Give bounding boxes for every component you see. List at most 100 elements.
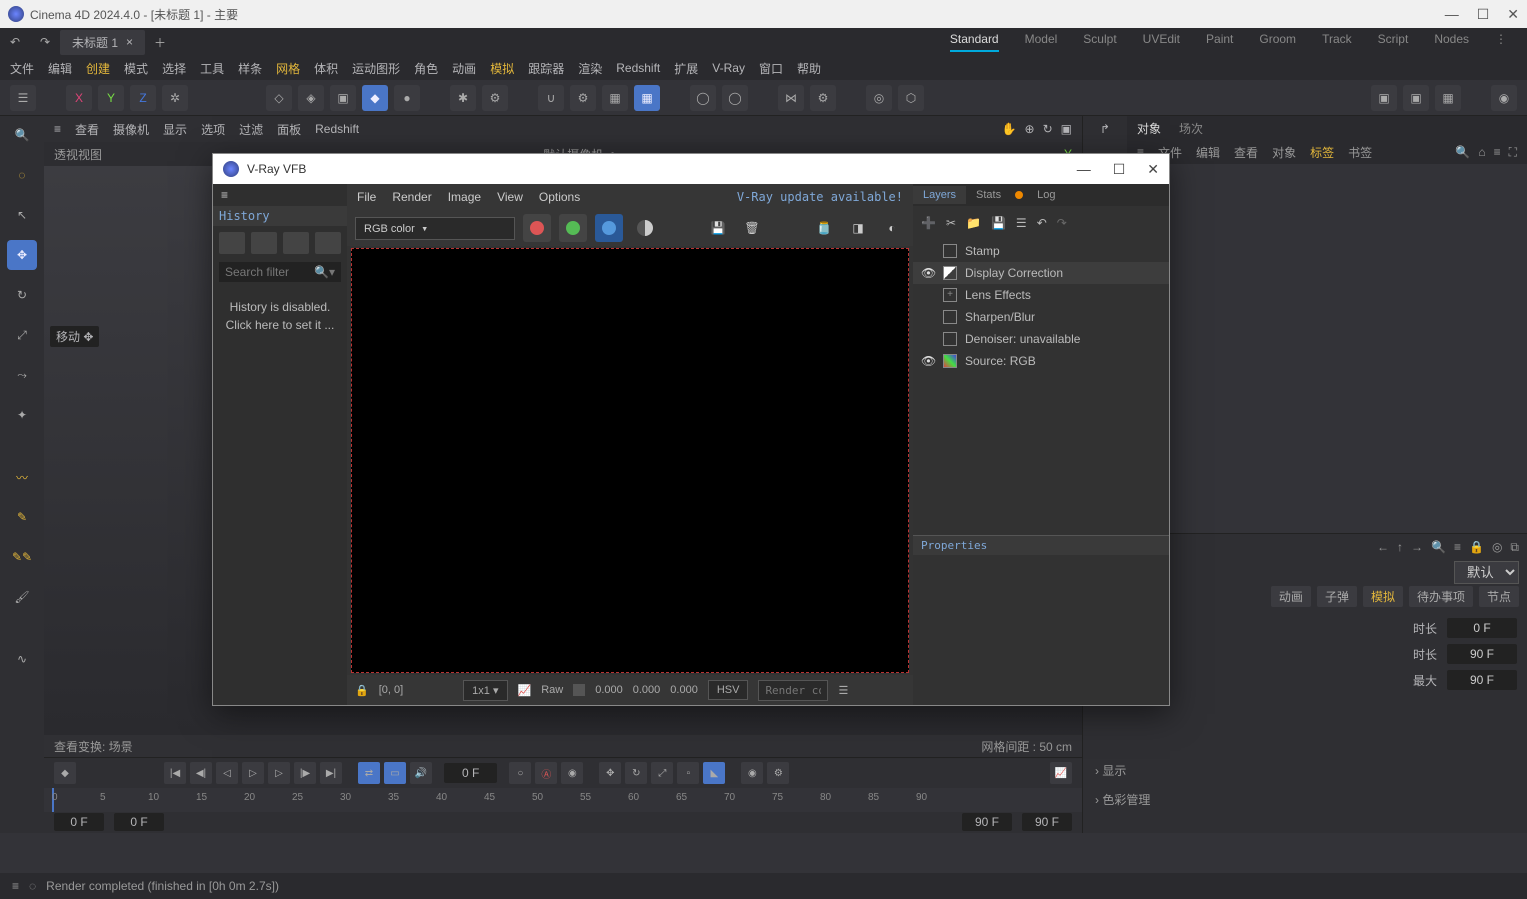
attr-back-icon[interactable]: ← — [1377, 540, 1389, 554]
attr-search-icon[interactable]: 🔍 — [1431, 540, 1446, 554]
object-icon[interactable]: ▣ — [330, 85, 356, 111]
tl-prev-frame[interactable]: ◁ — [216, 762, 238, 784]
tl-end-frame[interactable]: 90 F — [1022, 813, 1072, 831]
vfb-delete-icon[interactable]: 🗑 — [739, 215, 765, 241]
layout-sculpt[interactable]: Sculpt — [1083, 32, 1116, 52]
gear-icon[interactable]: ⚙ — [482, 85, 508, 111]
vfb-titlebar[interactable]: V-Ray VFB — ☐ ✕ — [213, 154, 1169, 184]
vfb-menu-view[interactable]: View — [497, 190, 523, 204]
tl-marker-icon[interactable]: ◆ — [54, 762, 76, 784]
menu-spline[interactable]: 样条 — [238, 60, 262, 77]
obj-edit[interactable]: 编辑 — [1196, 144, 1220, 161]
vfb-render-canvas[interactable] — [351, 248, 909, 673]
tl-key-pos[interactable]: ✥ — [599, 762, 621, 784]
attr-filter-icon[interactable]: ≡ — [1454, 540, 1461, 554]
menu-animate[interactable]: 动画 — [452, 60, 476, 77]
live-select-tool[interactable]: ◌ — [7, 160, 37, 190]
cursor-tool[interactable]: ↖ — [7, 200, 37, 230]
menu-create[interactable]: 创建 — [86, 60, 110, 77]
render-view-button[interactable]: ◉ — [1491, 85, 1517, 111]
menu-extensions[interactable]: 扩展 — [674, 60, 698, 77]
maximize-vp-icon[interactable]: ▣ — [1061, 122, 1072, 136]
sketch-tool[interactable]: ✎✎ — [7, 542, 37, 572]
tl-prev-key[interactable]: ◀| — [190, 762, 212, 784]
layout-track[interactable]: Track — [1322, 32, 1352, 52]
search-tool[interactable]: 🔍 — [7, 120, 37, 150]
undo-button[interactable]: ↶ — [4, 31, 26, 53]
status-menu-icon[interactable]: ≡ — [12, 879, 19, 893]
symmetry-icon[interactable]: ⋈ — [778, 85, 804, 111]
axis-y-button[interactable]: Y — [98, 85, 124, 111]
render-frame-button[interactable]: ▣ — [1371, 85, 1397, 111]
layout-model[interactable]: Model — [1025, 32, 1058, 52]
obj-tags[interactable]: 标签 — [1310, 144, 1334, 161]
vfb-settings-icon[interactable]: ☰ — [838, 684, 848, 697]
minimize-button[interactable]: — — [1445, 6, 1459, 23]
tl-key-rot[interactable]: ↻ — [625, 762, 647, 784]
vfb-bucket-icon[interactable]: 🫙 — [811, 215, 837, 241]
obj-bookmarks[interactable]: 书签 — [1348, 144, 1372, 161]
tl-play[interactable]: ▷ — [242, 762, 264, 784]
tl-next-key[interactable]: |▶ — [294, 762, 316, 784]
zoom-icon[interactable]: ⊕ — [1025, 122, 1035, 136]
obj-search-icon[interactable]: 🔍 — [1455, 145, 1470, 160]
tl-goto-start[interactable]: |◀ — [164, 762, 186, 784]
close-button[interactable]: ✕ — [1507, 6, 1519, 23]
grid-icon[interactable]: ▦ — [602, 85, 628, 111]
vfb-layer-display-correction[interactable]: 👁Display Correction — [913, 262, 1169, 284]
history-button[interactable]: ☰ — [10, 85, 36, 111]
new-tab-button[interactable]: ＋ — [149, 31, 171, 53]
vfb-save-preset-icon[interactable]: 💾 — [991, 216, 1006, 230]
vfb-alpha-channel[interactable] — [631, 214, 659, 242]
circle2-icon[interactable]: ◯ — [722, 85, 748, 111]
sphere-icon[interactable]: ● — [394, 85, 420, 111]
tl-goto-end[interactable]: ▶| — [320, 762, 342, 784]
coord-system-icon[interactable]: ↱ — [1083, 116, 1127, 136]
vfb-tab-log[interactable]: Log — [1027, 186, 1065, 204]
vfb-list-icon[interactable]: ☰ — [1016, 216, 1027, 230]
vfb-hsv-toggle[interactable]: HSV — [708, 680, 749, 700]
align-tool[interactable]: ✦ — [7, 400, 37, 430]
layout-paint[interactable]: Paint — [1206, 32, 1233, 52]
menu-redshift[interactable]: Redshift — [616, 61, 660, 75]
obj-home-icon[interactable]: ⌂ — [1478, 145, 1485, 160]
attr-tab-sim[interactable]: 模拟 — [1363, 586, 1403, 607]
vfb-history-search[interactable]: Search filter 🔍▾ — [219, 262, 341, 282]
tl-dopesheet[interactable]: ⚙ — [767, 762, 789, 784]
obj-filter-icon[interactable]: ≡ — [1494, 145, 1501, 160]
maximize-button[interactable]: ☐ — [1477, 6, 1490, 23]
vfb-menu-image[interactable]: Image — [448, 190, 481, 204]
vfb-tab-stats[interactable]: Stats — [966, 186, 1011, 204]
tl-sound[interactable]: 🔊 — [410, 762, 432, 784]
vfb-curve-icon[interactable]: 📈 — [518, 684, 532, 697]
tl-key-scale[interactable]: ⤢ — [651, 762, 673, 784]
rotate-tool[interactable]: ↻ — [7, 280, 37, 310]
tl-autokey[interactable]: Ⓐ — [535, 762, 557, 784]
attr-target-icon[interactable]: ◎ — [1492, 540, 1502, 554]
vfb-update-link[interactable]: V-Ray update available! — [737, 190, 903, 204]
vfb-layer-stamp[interactable]: Stamp — [913, 240, 1169, 262]
layout-uvedit[interactable]: UVEdit — [1143, 32, 1180, 52]
vfb-layer-sharpen-blur[interactable]: Sharpen/Blur — [913, 306, 1169, 328]
tl-key-all[interactable]: ◉ — [561, 762, 583, 784]
tl-start-frame[interactable]: 0 F — [54, 813, 104, 831]
vfb-render-command[interactable] — [758, 680, 828, 701]
attr-tab-bullet[interactable]: 子弹 — [1317, 586, 1357, 607]
vfb-del-layer-icon[interactable]: ✂ — [946, 216, 956, 230]
menu-volume[interactable]: 体积 — [314, 60, 338, 77]
vfb-undo-icon[interactable]: ↶ — [1037, 216, 1047, 230]
vp-menu-display[interactable]: 显示 — [163, 121, 187, 138]
hexagon-icon[interactable]: ⬡ — [898, 85, 924, 111]
obj-expand-icon[interactable]: ⛶ — [1509, 145, 1517, 160]
vfb-menu-file[interactable]: File — [357, 190, 376, 204]
menu-simulate[interactable]: 模拟 — [490, 60, 514, 77]
vfb-folder-icon[interactable]: 📁 — [966, 216, 981, 230]
vfb-burger-icon[interactable]: ≡ — [213, 184, 347, 206]
vfb-close-button[interactable]: ✕ — [1147, 161, 1159, 178]
vfb-region-icon[interactable]: ◨ — [845, 215, 871, 241]
place-tool[interactable]: ⤳ — [7, 360, 37, 390]
scale-tool[interactable]: ⤢ — [7, 320, 37, 350]
vp-menu-options[interactable]: 选项 — [201, 121, 225, 138]
vfb-minimize-button[interactable]: — — [1077, 161, 1091, 178]
vp-menu-burger[interactable]: ≡ — [54, 122, 61, 136]
